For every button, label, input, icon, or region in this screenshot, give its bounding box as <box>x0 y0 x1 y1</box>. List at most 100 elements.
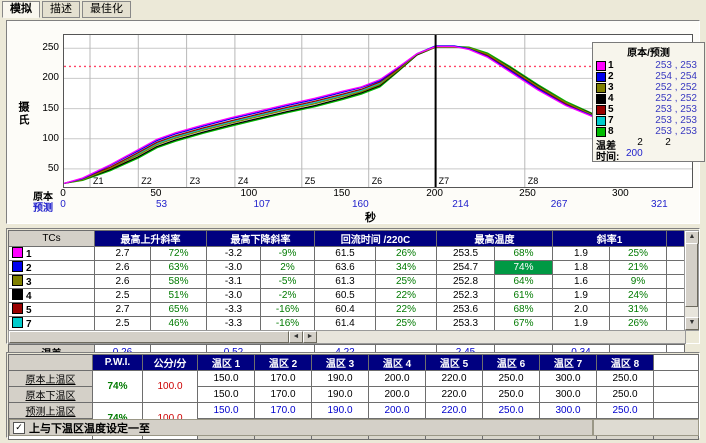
legend-entry: 7253 , 253 <box>596 115 701 126</box>
zone-temp-value[interactable]: 190.0 <box>312 403 369 419</box>
zone-temp-value[interactable]: 200.0 <box>369 403 426 419</box>
tc-table-group-header[interactable]: 斜率1 <box>553 231 667 247</box>
legend-time-value: 200 <box>626 148 643 159</box>
profile-chart-panel: 摄氏 Z1Z2Z3Z4Z5Z6Z7Z8 原本/预测 1253 , 2532254… <box>6 20 700 224</box>
hscroll-thumb[interactable] <box>9 331 289 343</box>
y-tick-label: 50 <box>33 163 59 174</box>
tab-description[interactable]: 描述 <box>42 1 80 18</box>
zone-table-header: 温区 8 <box>597 355 654 371</box>
tc-table-group-header[interactable]: 最高下降斜率 <box>207 231 315 247</box>
legend-swatch-icon <box>596 105 606 115</box>
tc-table-group-header[interactable]: 最高温度 <box>437 231 553 247</box>
tc-cell-percent: 34% <box>376 261 437 275</box>
legend-entry-id: 8 <box>608 126 618 137</box>
zone-temp-value[interactable]: 150.0 <box>198 403 255 419</box>
tc-cell-percent: 64% <box>495 275 553 289</box>
tab-simulate[interactable]: 模拟 <box>2 1 40 18</box>
zone-temp-value[interactable]: 200.0 <box>369 371 426 387</box>
tc-table-row[interactable]: 12.772%-3.2-9%61.526%253.568%1.925% <box>9 247 685 261</box>
zone-temp-value[interactable]: 170.0 <box>255 387 312 403</box>
zone-label: Z7 <box>439 176 450 186</box>
zone-temp-value[interactable]: 150.0 <box>198 387 255 403</box>
tc-cell-value: 60.5 <box>315 289 376 303</box>
tc-table-row[interactable]: 32.658%-3.1-5%61.325%252.864%1.69% <box>9 275 685 289</box>
zone-temp-value[interactable]: 300.0 <box>540 403 597 419</box>
tc-table-row[interactable]: 72.546%-3.3-16%61.425%253.367%1.926% <box>9 317 685 331</box>
tc-cell-value: 63.6 <box>315 261 376 275</box>
zone-temp-value[interactable]: 150.0 <box>198 371 255 387</box>
zone-temp-value[interactable]: 220.0 <box>426 371 483 387</box>
tc-table-group-header[interactable]: 回流时间 /220C <box>315 231 437 247</box>
tab-optimize[interactable]: 最佳化 <box>82 1 131 18</box>
tc-cell-value: 253.5 <box>437 247 495 261</box>
link-zones-checkbox-row[interactable]: ✓ 上与下温区温度设定一至 <box>9 419 593 436</box>
zone-temp-value[interactable]: 250.0 <box>597 387 654 403</box>
zone-cell-filler <box>654 387 699 403</box>
tc-cell-percent: 26% <box>610 317 667 331</box>
zone-temp-value[interactable]: 250.0 <box>597 403 654 419</box>
zone-temp-value[interactable]: 200.0 <box>369 387 426 403</box>
zone-temp-value[interactable]: 250.0 <box>597 371 654 387</box>
chart-legend: 原本/预测 1253 , 2532254 , 2543252 , 2524252… <box>592 42 705 162</box>
tc-cell-value: 2.5 <box>95 317 151 331</box>
tc-table-vscrollbar[interactable]: ▲ ▼ <box>684 230 699 331</box>
tc-cell-filler <box>667 289 685 303</box>
zone-temp-value[interactable]: 170.0 <box>255 371 312 387</box>
tc-cell-percent: 22% <box>376 303 437 317</box>
zone-temp-value[interactable]: 250.0 <box>483 371 540 387</box>
tc-cell-value: -3.0 <box>207 289 261 303</box>
tc-table-group-header[interactable]: 最高上升斜率 <box>95 231 207 247</box>
zone-temp-value[interactable]: 220.0 <box>426 403 483 419</box>
zone-label: Z6 <box>372 176 383 186</box>
tc-table-row[interactable]: 52.765%-3.3-16%60.422%253.668%2.031% <box>9 303 685 317</box>
tc-table-row[interactable]: 42.551%-3.0-2%60.522%252.361%1.924% <box>9 289 685 303</box>
zone-label: Z4 <box>238 176 249 186</box>
tc-table-hscrollbar[interactable]: ◄ ► <box>8 330 686 344</box>
legend-swatch-icon <box>596 127 606 137</box>
zone-row-label[interactable]: 预测上温区 <box>9 403 93 419</box>
zone-row-label[interactable]: 原本上温区 <box>9 371 93 387</box>
vscroll-thumb[interactable] <box>685 243 698 307</box>
tc-cell-percent: 25% <box>376 275 437 289</box>
zone-temp-value[interactable]: 250.0 <box>483 403 540 419</box>
legend-swatch-icon <box>596 116 606 126</box>
tc-cell-percent: 26% <box>376 247 437 261</box>
zone-table-corner <box>9 355 93 371</box>
tc-cell-percent: -5% <box>261 275 315 289</box>
legend-header: 原本/预测 <box>596 44 701 59</box>
x-tick-pred: 267 <box>537 199 581 210</box>
zone-temp-value[interactable]: 170.0 <box>255 403 312 419</box>
zone-temp-value[interactable]: 300.0 <box>540 387 597 403</box>
zone-table-row: 原本上温区74%100.0150.0170.0190.0200.0220.025… <box>9 371 699 387</box>
tc-table-row[interactable]: 22.663%-3.02%63.634%254.774%1.821% <box>9 261 685 275</box>
tc-row-label: 1 <box>9 247 95 261</box>
zone-temp-value[interactable]: 250.0 <box>483 387 540 403</box>
tc-cell-value: 252.8 <box>437 275 495 289</box>
x-tick-orig: 100 <box>227 188 271 199</box>
legend-entry-id: 2 <box>608 71 618 82</box>
tc-cell-filler <box>667 247 685 261</box>
scroll-left-icon[interactable]: ◄ <box>289 331 303 343</box>
checkbox-icon[interactable]: ✓ <box>13 422 25 434</box>
zone-temp-value[interactable]: 300.0 <box>540 371 597 387</box>
tc-cell-percent: 72% <box>151 247 207 261</box>
scroll-down-icon[interactable]: ▼ <box>685 317 699 330</box>
conveyor-speed-value[interactable]: 100.0 <box>143 371 198 403</box>
tc-table-panel: TCs最高上升斜率最高下降斜率回流时间 /220C最高温度斜率112.772%-… <box>6 228 700 344</box>
zone-row-label[interactable]: 原本下温区 <box>9 387 93 403</box>
zone-temp-value[interactable]: 220.0 <box>426 387 483 403</box>
legend-entry-values: 253 , 253 <box>618 104 701 115</box>
legend-swatch-icon <box>596 83 606 93</box>
tc-cell-percent: -9% <box>261 247 315 261</box>
legend-time-label: 时间: <box>596 148 626 159</box>
zone-table-header: 温区 6 <box>483 355 540 371</box>
tc-cell-value: 61.4 <box>315 317 376 331</box>
scroll-right-icon[interactable]: ► <box>303 331 317 343</box>
y-tick-label: 200 <box>33 72 59 83</box>
pwi-value: 74% <box>93 371 143 403</box>
zone-temp-value[interactable]: 190.0 <box>312 371 369 387</box>
zone-temp-value[interactable]: 190.0 <box>312 387 369 403</box>
tc-cell-value: 253.6 <box>437 303 495 317</box>
tc-cell-percent: 22% <box>376 289 437 303</box>
zone-label: Z3 <box>190 176 201 186</box>
